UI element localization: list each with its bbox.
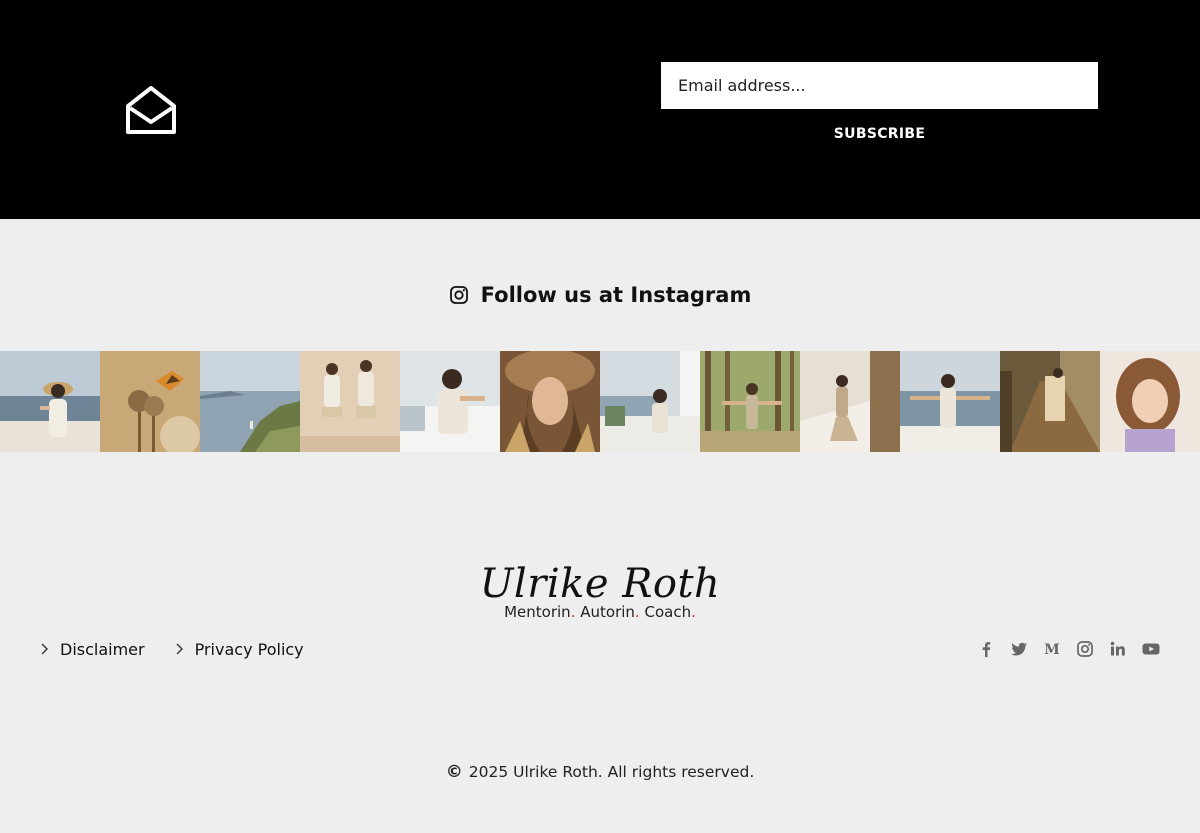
copyright: © 2025 Ulrike Roth. All rights reserved.: [0, 762, 1200, 782]
svg-text:M: M: [1044, 642, 1060, 658]
site-logo[interactable]: Ulrike Roth Mentorin. Autorin. Coach.: [0, 560, 1200, 622]
envelope-open-icon: [126, 86, 176, 134]
instagram-icon: [449, 286, 468, 304]
facebook-icon[interactable]: [977, 640, 995, 658]
footer-link-disclaimer[interactable]: Disclaimer: [40, 640, 145, 659]
email-input[interactable]: [661, 62, 1098, 109]
footer-link-label: Disclaimer: [60, 639, 145, 659]
newsletter-section: SUBSCRIBE: [0, 0, 1200, 219]
instagram-photo[interactable]: [900, 351, 1000, 452]
youtube-icon[interactable]: [1142, 640, 1160, 658]
instagram-photo[interactable]: [700, 351, 800, 452]
chevron-right-icon: [176, 643, 183, 655]
copyright-text: 2025 Ulrike Roth. All rights reserved.: [468, 763, 755, 781]
footer-links: Disclaimer Privacy Policy: [40, 638, 304, 660]
instagram-photo[interactable]: [1100, 351, 1200, 452]
instagram-photo[interactable]: [0, 351, 100, 452]
instagram-photo[interactable]: [200, 351, 300, 452]
footer-link-label: Privacy Policy: [194, 639, 304, 659]
instagram-photo[interactable]: [1000, 351, 1100, 452]
instagram-icon[interactable]: [1076, 640, 1094, 658]
instagram-photo[interactable]: [600, 351, 700, 452]
copyright-icon: ©: [445, 762, 463, 782]
logo-tagline: Mentorin. Autorin. Coach.: [504, 603, 696, 621]
instagram-photo[interactable]: [400, 351, 500, 452]
instagram-title: Follow us at Instagram: [480, 283, 752, 307]
instagram-photo[interactable]: [800, 351, 900, 452]
subscribe-button[interactable]: SUBSCRIBE: [661, 122, 1098, 146]
linkedin-icon[interactable]: [1109, 640, 1127, 658]
instagram-photo[interactable]: [100, 351, 200, 452]
instagram-gallery: [0, 351, 1200, 452]
instagram-photo[interactable]: [500, 351, 600, 452]
social-links: M: [977, 639, 1160, 659]
medium-icon[interactable]: M: [1043, 640, 1061, 658]
instagram-heading: Follow us at Instagram: [0, 280, 1200, 310]
twitter-icon[interactable]: [1010, 640, 1028, 658]
chevron-right-icon: [41, 643, 48, 655]
footer-link-privacy-policy[interactable]: Privacy Policy: [175, 640, 304, 659]
logo-name: Ulrike Roth: [479, 561, 721, 607]
instagram-photo[interactable]: [300, 351, 400, 452]
